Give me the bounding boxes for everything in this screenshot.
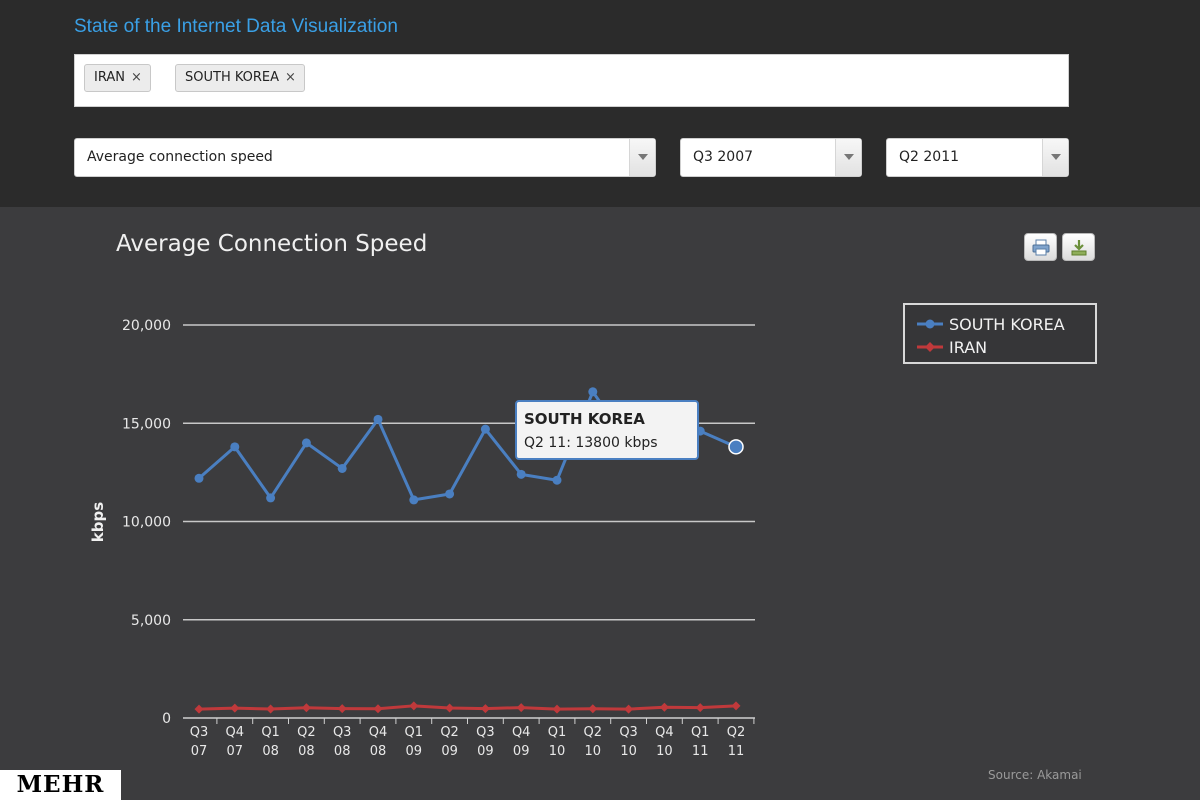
x-tick-label: 10 (585, 744, 602, 759)
data-point-south-korea (445, 489, 455, 499)
x-axis: Q3 07 Q4 07 Q1 08 Q2 08 Q3 08 Q4 08 Q1 09 Q2 09 Q3 09 Q4 09… (183, 717, 755, 759)
x-tick-label: Q4 (369, 725, 388, 740)
data-point-south-korea (480, 424, 490, 434)
x-tick-label: Q2 (297, 725, 316, 740)
data-point-south-korea (266, 493, 276, 503)
x-tick-label: Q3 (190, 725, 209, 740)
data-point-iran (659, 702, 669, 712)
y-tick-label: 5,000 (131, 613, 171, 629)
x-tick-label: 09 (406, 744, 423, 759)
legend-label-iran: IRAN (949, 337, 988, 357)
data-point-iran (230, 703, 240, 713)
x-tick-label: 11 (728, 744, 745, 759)
x-tick-label: 09 (477, 744, 494, 759)
y-axis-ticks: 0 5,000 10,000 15,000 20,000 (122, 318, 171, 727)
x-tick-label: 07 (191, 744, 208, 759)
data-point-iran (301, 703, 311, 713)
x-tick-label: Q1 (548, 725, 567, 740)
data-point-iran (445, 703, 455, 713)
data-point-south-korea (337, 463, 347, 473)
tooltip-title: SOUTH KOREA (524, 410, 645, 428)
y-tick-label: 15,000 (122, 416, 171, 432)
x-tick-label: Q4 (655, 725, 674, 740)
data-point-iran (552, 704, 562, 714)
x-tick-label: 10 (620, 744, 637, 759)
x-tick-label: Q3 (333, 725, 352, 740)
data-point-iran (624, 704, 634, 714)
x-tick-label: Q3 (476, 725, 495, 740)
data-point-iran (373, 704, 383, 714)
data-point-iran (516, 703, 526, 713)
x-tick-label: Q2 (727, 725, 746, 740)
data-point-iran (194, 704, 204, 714)
data-point-south-korea (728, 439, 744, 455)
x-tick-label: Q1 (405, 725, 424, 740)
x-tick-label: 10 (549, 744, 566, 759)
series-line-iran (198, 704, 737, 711)
y-tick-label: 10,000 (122, 515, 171, 531)
legend-marker-south-korea (917, 319, 943, 329)
x-tick-label: Q2 (584, 725, 603, 740)
x-tick-label: 09 (513, 744, 530, 759)
legend-item-south-korea[interactable]: SOUTH KOREA (917, 313, 1065, 335)
data-point-iran (409, 701, 419, 711)
tooltip-value: Q2 11: 13800 kbps (524, 435, 658, 451)
x-tick-label: 08 (370, 744, 387, 759)
data-point-iran (480, 704, 490, 714)
x-tick-label: Q4 (226, 725, 245, 740)
data-point-south-korea (588, 387, 598, 397)
data-point-iran (588, 704, 598, 714)
chart-legend: SOUTH KOREA IRAN (903, 303, 1097, 364)
data-point-iran (266, 704, 276, 714)
grid-lines (183, 324, 755, 621)
x-tick-label: Q1 (261, 725, 280, 740)
legend-label-south-korea: SOUTH KOREA (949, 314, 1065, 334)
data-point-south-korea (373, 414, 383, 424)
data-point-iran (337, 704, 347, 714)
x-tick-label: 08 (334, 744, 351, 759)
legend-marker-iran (917, 342, 943, 352)
data-point-south-korea (409, 495, 419, 505)
x-tick-label: 10 (656, 744, 673, 759)
x-tick-label: Q2 (440, 725, 459, 740)
y-tick-label: 20,000 (122, 318, 171, 334)
data-point-south-korea (230, 442, 240, 452)
data-point-south-korea (552, 475, 562, 485)
y-axis-label: kbps (89, 502, 107, 542)
x-tick-label: Q1 (691, 725, 710, 740)
mehr-logo: MEHR (0, 770, 121, 800)
data-point-south-korea (194, 473, 204, 483)
x-tick-label: 11 (692, 744, 709, 759)
y-tick-label: 0 (162, 711, 171, 727)
data-point-iran (695, 703, 705, 713)
x-tick-label: Q4 (512, 725, 531, 740)
x-tick-label: 08 (298, 744, 315, 759)
data-point-iran (731, 701, 741, 711)
source-note: Source: Akamai (988, 768, 1082, 782)
x-tick-label: 09 (441, 744, 458, 759)
x-tick-label: Q3 (619, 725, 638, 740)
data-point-south-korea (516, 469, 526, 479)
data-tooltip: SOUTH KOREA Q2 11: 13800 kbps (515, 400, 699, 460)
data-point-south-korea (301, 438, 311, 448)
legend-item-iran[interactable]: IRAN (917, 336, 987, 358)
x-tick-label: 08 (262, 744, 279, 759)
x-tick-label: 07 (227, 744, 244, 759)
